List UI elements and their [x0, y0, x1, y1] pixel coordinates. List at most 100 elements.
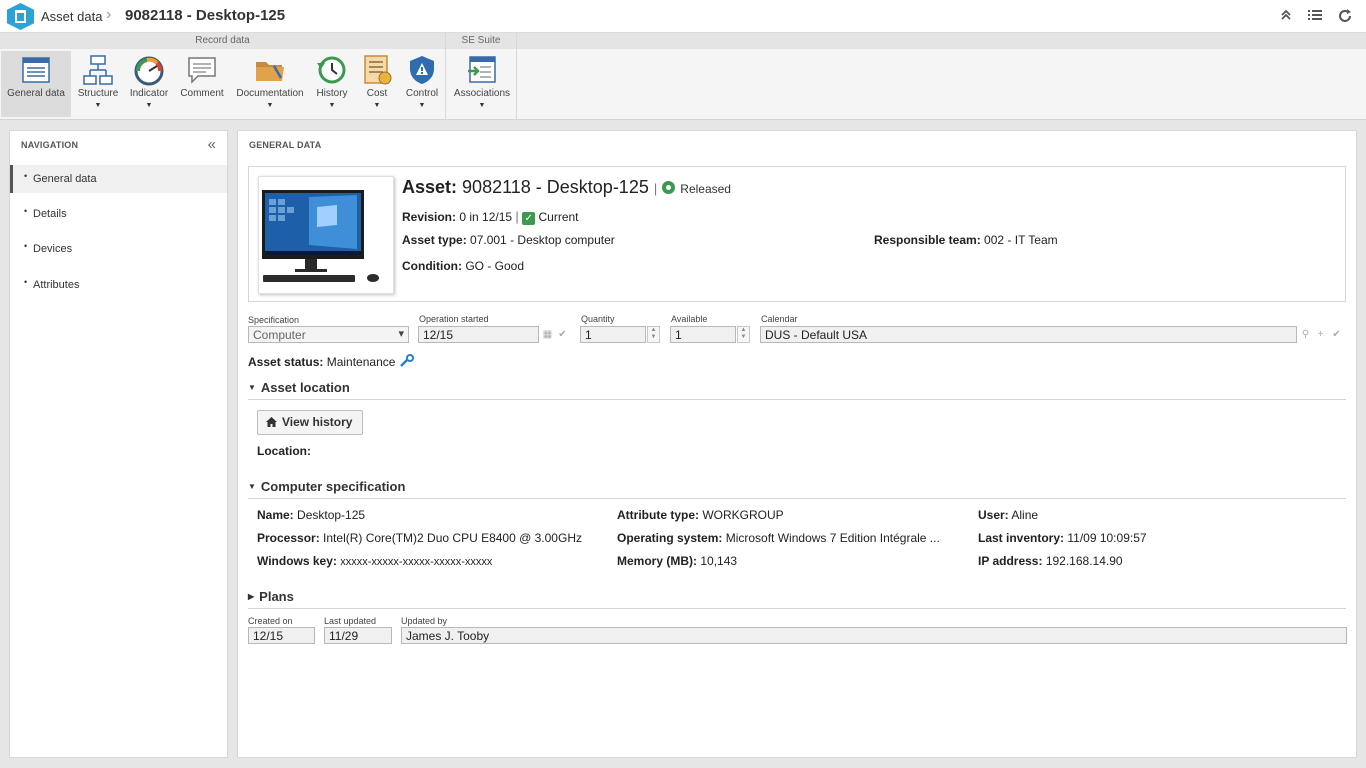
divider: |: [653, 181, 658, 196]
nav-item-details[interactable]: • Details: [10, 200, 227, 228]
section-divider: [248, 399, 1346, 400]
view-history-button[interactable]: View history: [257, 410, 363, 435]
caret-down-icon: ▼: [248, 383, 256, 392]
refresh-icon[interactable]: [1337, 8, 1353, 24]
spec-memory-label: Memory (MB):: [617, 554, 697, 568]
spec-processor: Processor: Intel(R) Core(TM)2 Duo CPU E8…: [257, 531, 582, 545]
dropdown-caret-icon: ▼: [478, 102, 486, 109]
responsible-team-line: Responsible team: 002 - IT Team: [874, 233, 1058, 247]
collapse-left-icon[interactable]: «: [208, 136, 216, 153]
asset-title: Asset: 9082118 - Desktop-125 | Released: [402, 177, 731, 198]
wrench-icon: [399, 354, 414, 367]
spec-name-label: Name:: [257, 508, 294, 522]
nav-item-general-data[interactable]: • General data: [10, 165, 227, 193]
section-divider: [248, 498, 1346, 499]
spec-name: Name: Desktop-125: [257, 508, 365, 522]
spec-windows-key-label: Windows key:: [257, 554, 337, 568]
caret-down-icon: ▼: [248, 482, 256, 491]
documentation-button[interactable]: Documentation ▼: [234, 51, 306, 117]
page-title: 9082118 - Desktop-125: [125, 7, 286, 24]
spec-user: User: Aline: [978, 508, 1038, 522]
spec-memory-value: 10,143: [700, 554, 738, 568]
available-field[interactable]: 1: [670, 326, 736, 343]
revision-status: Current: [538, 210, 579, 224]
nav-item-attributes[interactable]: • Attributes: [10, 271, 227, 299]
ribbon-toolbar: Record data SE Suite General data Struct…: [0, 33, 1366, 120]
spec-name-value: Desktop-125: [297, 508, 366, 522]
view-history-label: View history: [282, 415, 353, 429]
revision-value: 0 in 12/15: [459, 210, 513, 224]
spec-ip-label: IP address:: [978, 554, 1043, 568]
asset-location-section-toggle[interactable]: ▼ Asset location: [248, 380, 350, 395]
calendar-label: Calendar: [761, 314, 798, 324]
dropdown-caret-icon: ▼: [373, 102, 381, 109]
dropdown-caret-icon: ▼: [418, 102, 426, 109]
available-label: Available: [671, 314, 708, 324]
divider: |: [515, 209, 519, 224]
indicator-label: Indicator: [129, 88, 169, 99]
indicator-button[interactable]: Indicator ▼: [126, 51, 172, 117]
asset-status-badge: Released: [680, 182, 731, 196]
checkmark-icon[interactable]: ✔: [1330, 328, 1343, 341]
check-icon: ✓: [522, 212, 536, 225]
checkmark-icon[interactable]: ✔: [556, 328, 569, 341]
plans-section-toggle[interactable]: ▶ Plans: [248, 589, 294, 604]
cost-button[interactable]: Cost ▼: [357, 51, 397, 117]
breadcrumb-root[interactable]: Asset data: [41, 9, 102, 24]
ribbon-divider: [516, 33, 517, 120]
operation-started-field[interactable]: 12/15: [418, 326, 539, 343]
form-icon: [22, 57, 50, 83]
spec-user-label: User:: [978, 508, 1009, 522]
section-divider: [248, 608, 1346, 609]
general-data-button[interactable]: General data: [1, 51, 71, 117]
general-data-panel: GENERAL DATA Asset: 9082118 - Desktop-12…: [237, 130, 1357, 758]
asset-header: Asset: 9082118 - Desktop-125 | Released …: [248, 166, 1346, 302]
updated-by-field: James J. Tooby: [401, 627, 1347, 644]
folder-icon: [256, 62, 284, 81]
specification-select[interactable]: Computer: [248, 326, 409, 343]
computer-image-icon: [259, 177, 393, 293]
ribbon-group-se-suite: SE Suite: [446, 33, 516, 49]
asset-status-line: Asset status: Maintenance: [248, 354, 415, 369]
spec-os-value: Microsoft Windows 7 Edition Intégrale ..…: [725, 531, 940, 545]
spec-memory: Memory (MB): 10,143: [617, 554, 737, 568]
quantity-stepper[interactable]: ▲ ▼: [647, 326, 660, 343]
associations-icon: [468, 56, 496, 83]
asset-type-label: Asset type:: [402, 233, 467, 247]
caret-right-icon: ▶: [248, 592, 255, 601]
spec-attribute-type-label: Attribute type:: [617, 508, 699, 522]
structure-label: Structure: [77, 88, 119, 99]
spec-windows-key-value: xxxxx-xxxxx-xxxxx-xxxxx-xxxxx: [340, 556, 493, 568]
history-button[interactable]: History ▼: [311, 51, 353, 117]
computer-spec-section-toggle[interactable]: ▼ Computer specification: [248, 479, 405, 494]
asset-type-value: 07.001 - Desktop computer: [470, 233, 615, 247]
spec-last-inventory: Last inventory: 11/09 10:09:57: [978, 531, 1147, 545]
spec-ip-value: 192.168.14.90: [1045, 554, 1123, 568]
spec-last-inventory-label: Last inventory:: [978, 531, 1065, 545]
calendar-field[interactable]: DUS - Default USA: [760, 326, 1297, 343]
comment-button[interactable]: Comment: [177, 51, 227, 117]
associations-button[interactable]: Associations ▼: [450, 51, 514, 117]
nav-item-devices[interactable]: • Devices: [10, 235, 227, 263]
add-icon[interactable]: +: [1314, 328, 1327, 341]
list-icon[interactable]: [1307, 8, 1323, 24]
available-stepper[interactable]: ▲ ▼: [737, 326, 750, 343]
control-button[interactable]: Control ▼: [400, 51, 444, 117]
location-label: Location:: [257, 444, 311, 458]
updated-by-label: Updated by: [401, 616, 448, 626]
structure-icon: [83, 55, 113, 85]
collapse-up-icon[interactable]: [1278, 8, 1294, 24]
spec-os-label: Operating system:: [617, 531, 723, 545]
breadcrumb-separator-icon: ›: [106, 6, 112, 23]
last-updated-field: 11/29: [324, 627, 392, 644]
calendar-icon[interactable]: ▦: [541, 328, 554, 341]
control-label: Control: [405, 88, 439, 99]
asset-status-value: Maintenance: [326, 355, 396, 369]
nav-item-label: Attributes: [33, 279, 80, 291]
quantity-field[interactable]: 1: [580, 326, 646, 343]
spec-processor-label: Processor:: [257, 531, 320, 545]
structure-button[interactable]: Structure ▼: [74, 51, 122, 117]
dropdown-caret-icon: ▼: [145, 102, 153, 109]
asset-title-value: 9082118 - Desktop-125: [462, 177, 649, 197]
search-icon[interactable]: ⚲: [1299, 328, 1312, 341]
